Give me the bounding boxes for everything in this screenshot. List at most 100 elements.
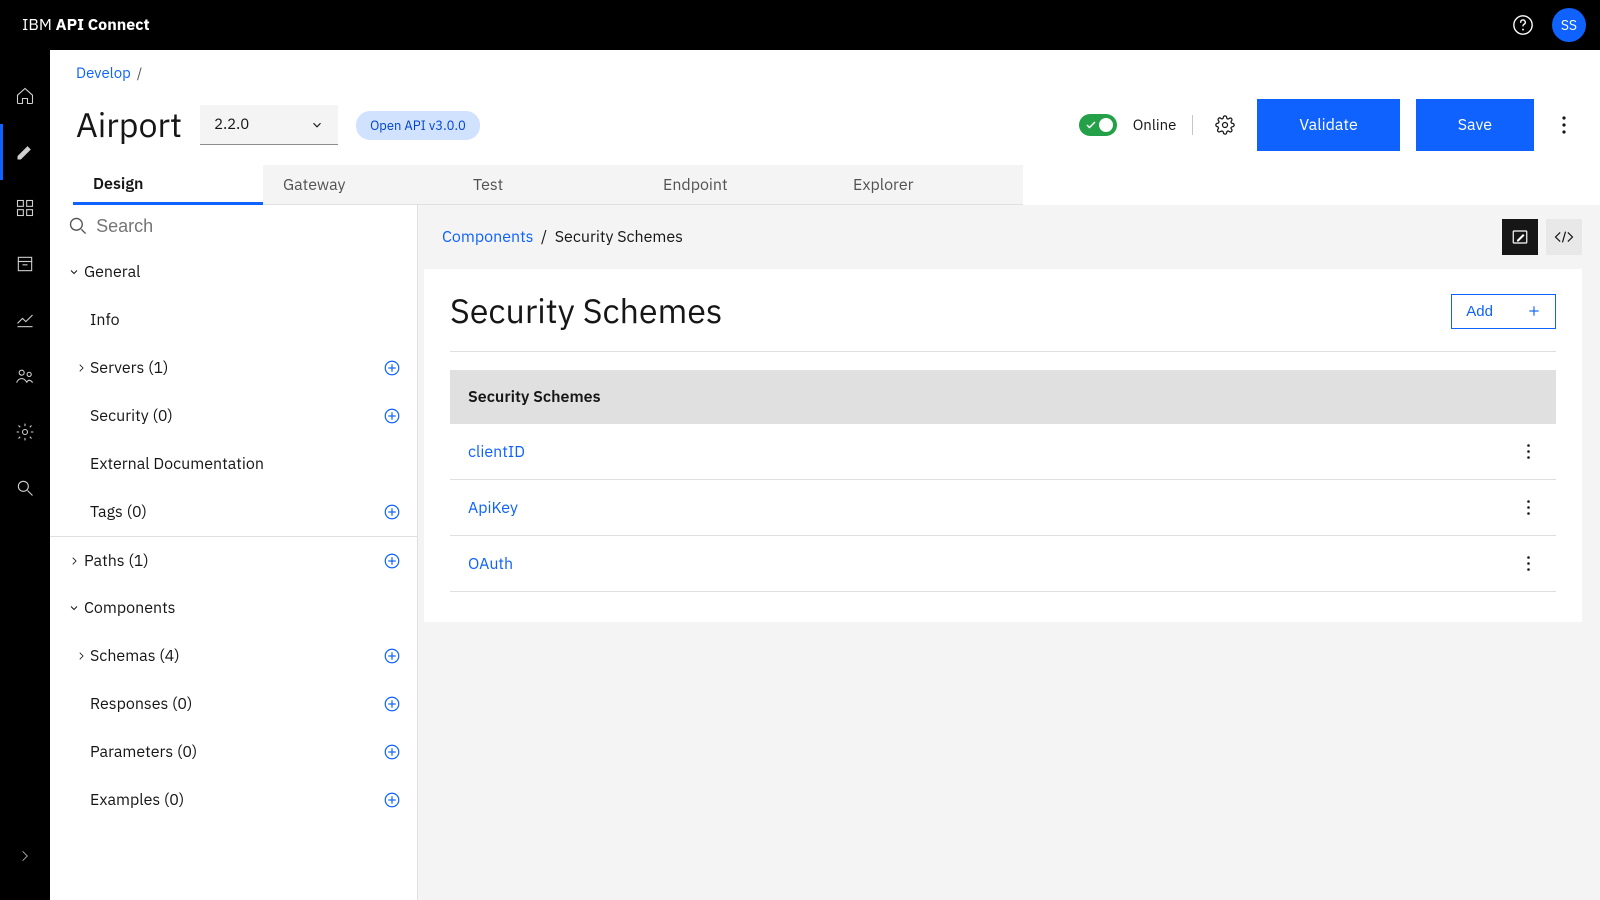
save-button[interactable]: Save bbox=[1416, 99, 1534, 151]
plus-icon[interactable] bbox=[383, 791, 401, 809]
right-panel: Components / Security Schemes Security S… bbox=[418, 205, 1600, 900]
main-split: General Info Servers (1) Security (0) Ex… bbox=[50, 205, 1600, 900]
chevron-right-icon bbox=[69, 556, 79, 566]
tree-parameters[interactable]: Parameters (0) bbox=[50, 728, 417, 776]
search-icon bbox=[68, 215, 88, 237]
table-row: clientID bbox=[450, 424, 1556, 480]
tree-label: Responses (0) bbox=[90, 694, 383, 714]
tree-components[interactable]: Components bbox=[50, 584, 417, 632]
rail-search[interactable] bbox=[0, 460, 50, 516]
plus-icon[interactable] bbox=[383, 503, 401, 521]
check-icon bbox=[1085, 119, 1097, 131]
divider bbox=[1192, 115, 1193, 135]
crumb-develop[interactable]: Develop bbox=[76, 64, 131, 83]
tab-test[interactable]: Test bbox=[453, 165, 643, 205]
panel-breadcrumb: Components / Security Schemes bbox=[442, 227, 683, 247]
brand-title: IBM API Connect bbox=[22, 15, 150, 35]
app-content: Develop/ Airport 2.2.0 Open API v3.0.0 O… bbox=[50, 50, 1600, 900]
tree-general[interactable]: General bbox=[50, 248, 417, 296]
plus-icon[interactable] bbox=[383, 647, 401, 665]
tab-explorer[interactable]: Explorer bbox=[833, 165, 1023, 205]
content-card: Security Schemes Add Security Schemes cl… bbox=[424, 269, 1582, 622]
tree-label: General bbox=[84, 262, 401, 282]
mode-tabs: Design Gateway Test Endpoint Explorer bbox=[50, 165, 1600, 205]
add-button[interactable]: Add bbox=[1451, 294, 1556, 329]
crumb-sep: / bbox=[537, 227, 554, 247]
plus-icon[interactable] bbox=[383, 743, 401, 761]
global-topbar: IBM API Connect SS bbox=[0, 0, 1600, 50]
table-row: ApiKey bbox=[450, 480, 1556, 536]
tree-security[interactable]: Security (0) bbox=[50, 392, 417, 440]
tree-label: Components bbox=[84, 598, 401, 618]
form-view-button[interactable] bbox=[1502, 219, 1538, 255]
tree-schemas[interactable]: Schemas (4) bbox=[50, 632, 417, 680]
tree-label: Paths (1) bbox=[84, 551, 383, 571]
crumb-sep: / bbox=[131, 64, 148, 82]
chevron-down-icon bbox=[68, 602, 80, 614]
openapi-pill: Open API v3.0.0 bbox=[356, 111, 480, 140]
chevron-right-icon bbox=[76, 651, 86, 661]
plus-icon[interactable] bbox=[383, 407, 401, 425]
rail-settings[interactable] bbox=[0, 404, 50, 460]
breadcrumb: Develop/ bbox=[50, 50, 1600, 83]
tab-gateway[interactable]: Gateway bbox=[263, 165, 453, 205]
plus-icon bbox=[1527, 304, 1541, 318]
tree-label: Info bbox=[90, 310, 401, 330]
card-title: Security Schemes bbox=[450, 289, 722, 333]
version-value: 2.2.0 bbox=[214, 115, 249, 134]
tree-examples[interactable]: Examples (0) bbox=[50, 776, 417, 824]
chevron-down-icon bbox=[68, 266, 80, 278]
scheme-link[interactable]: clientID bbox=[468, 442, 1518, 462]
page-title: Airport bbox=[76, 103, 182, 147]
rail-apps[interactable] bbox=[0, 180, 50, 236]
table-row: OAuth bbox=[450, 536, 1556, 592]
rail-develop[interactable] bbox=[0, 124, 50, 180]
avatar[interactable]: SS bbox=[1552, 8, 1586, 42]
tree-label: Schemas (4) bbox=[90, 646, 383, 666]
gear-icon[interactable] bbox=[1209, 109, 1241, 141]
rail-expand[interactable] bbox=[0, 828, 50, 884]
panel-crumb-components[interactable]: Components bbox=[442, 227, 533, 247]
table-header: Security Schemes bbox=[450, 370, 1556, 424]
left-panel: General Info Servers (1) Security (0) Ex… bbox=[50, 205, 418, 900]
kebab-icon[interactable] bbox=[1518, 556, 1538, 571]
tree-info[interactable]: Info bbox=[50, 296, 417, 344]
rail-archive[interactable] bbox=[0, 236, 50, 292]
tree-label: Tags (0) bbox=[90, 502, 383, 522]
help-icon[interactable] bbox=[1512, 14, 1534, 36]
tree-label: Examples (0) bbox=[90, 790, 383, 810]
tab-endpoint[interactable]: Endpoint bbox=[643, 165, 833, 205]
search-input[interactable] bbox=[96, 216, 399, 237]
code-icon bbox=[1554, 228, 1574, 246]
edit-icon bbox=[1511, 228, 1529, 246]
tree-servers[interactable]: Servers (1) bbox=[50, 344, 417, 392]
panel-head: Components / Security Schemes bbox=[418, 205, 1582, 269]
tree-tags[interactable]: Tags (0) bbox=[50, 488, 417, 536]
tree-label: Servers (1) bbox=[90, 358, 383, 378]
online-toggle[interactable] bbox=[1079, 114, 1117, 136]
kebab-icon[interactable] bbox=[1518, 444, 1538, 459]
schemes-table: Security Schemes clientID ApiKey OAuth bbox=[450, 370, 1556, 592]
tree-paths[interactable]: Paths (1) bbox=[50, 536, 417, 584]
add-label: Add bbox=[1466, 303, 1493, 320]
plus-icon[interactable] bbox=[383, 359, 401, 377]
plus-icon[interactable] bbox=[383, 695, 401, 713]
status-label: Online bbox=[1133, 116, 1177, 135]
rail-analytics[interactable] bbox=[0, 292, 50, 348]
rail-members[interactable] bbox=[0, 348, 50, 404]
rail-home[interactable] bbox=[0, 68, 50, 124]
panel-crumb-current: Security Schemes bbox=[555, 227, 683, 247]
version-select[interactable]: 2.2.0 bbox=[200, 105, 338, 145]
scheme-link[interactable]: ApiKey bbox=[468, 498, 1518, 518]
kebab-icon[interactable] bbox=[1518, 500, 1538, 515]
plus-icon[interactable] bbox=[383, 552, 401, 570]
source-view-button[interactable] bbox=[1546, 219, 1582, 255]
overflow-icon[interactable] bbox=[1550, 116, 1578, 134]
chevron-right-icon bbox=[76, 363, 86, 373]
tree-responses[interactable]: Responses (0) bbox=[50, 680, 417, 728]
tree-external-doc[interactable]: External Documentation bbox=[50, 440, 417, 488]
scheme-link[interactable]: OAuth bbox=[468, 554, 1518, 574]
validate-button[interactable]: Validate bbox=[1257, 99, 1399, 151]
search-row bbox=[50, 205, 417, 248]
tab-design[interactable]: Design bbox=[73, 165, 263, 205]
